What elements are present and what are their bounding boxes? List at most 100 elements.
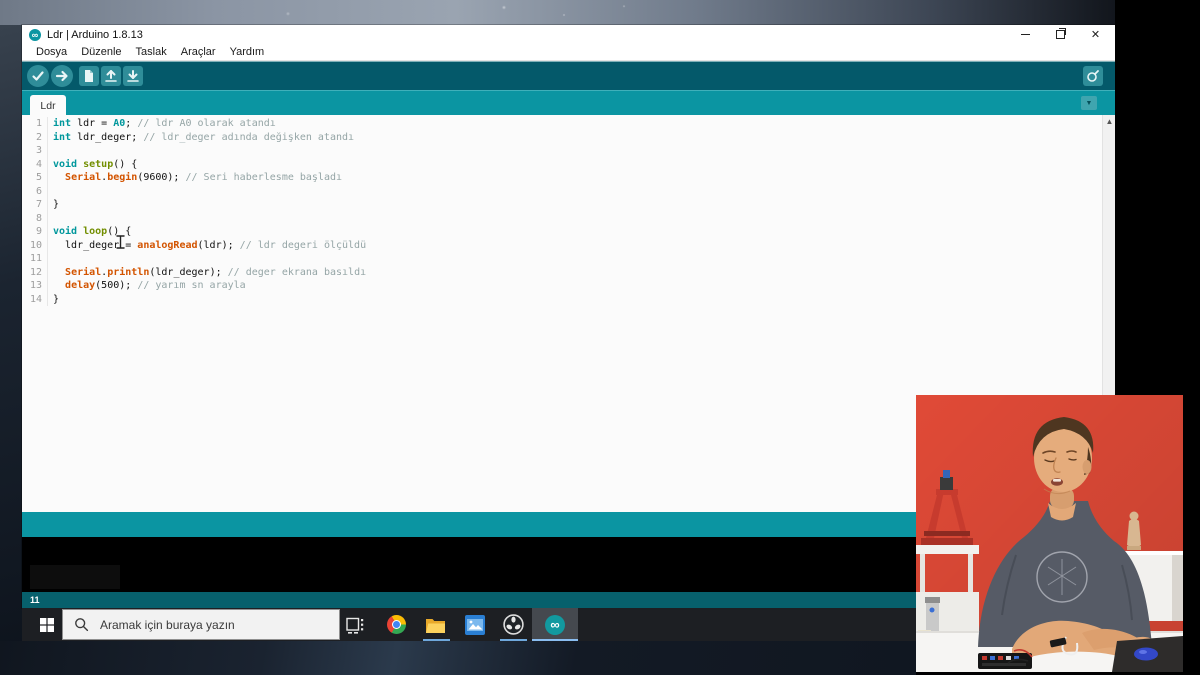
search-icon <box>75 618 89 632</box>
chrome-button[interactable] <box>384 608 408 641</box>
code-lines: 1 int ldr = A0; // ldr A0 olarak atandı 2 i… <box>22 117 1092 306</box>
line-number: 13 <box>22 279 48 293</box>
code-line[interactable]: 3 <box>22 144 1092 158</box>
file-explorer-button[interactable] <box>423 608 447 641</box>
task-view-icon <box>346 617 364 634</box>
line-number: 7 <box>22 198 48 212</box>
code-line[interactable]: 1 int ldr = A0; // ldr A0 olarak atandı <box>22 117 1092 131</box>
minimize-icon <box>1021 34 1030 35</box>
code-line[interactable]: 13 delay(500); // yarım sn arayla <box>22 279 1092 293</box>
search-input[interactable] <box>98 616 322 633</box>
tab-bar: Ldr ▼ <box>22 90 1115 116</box>
restore-button[interactable] <box>1043 25 1078 44</box>
line-number: 11 <box>22 252 48 266</box>
chrome-icon <box>386 615 406 634</box>
title-bar[interactable]: ∞ Ldr | Arduino 1.8.13 ✕ <box>22 25 1115 44</box>
code-text: Serial.begin(9600); // Seri haberlesme b… <box>65 172 343 183</box>
open-sketch-button[interactable] <box>101 66 121 86</box>
windows-logo-icon <box>40 617 54 632</box>
desktop-wallpaper-left <box>0 25 22 675</box>
code-line[interactable]: 6 <box>22 184 1092 199</box>
line-number: 1 <box>22 117 48 131</box>
line-number: 4 <box>22 157 48 171</box>
scroll-up-icon[interactable]: ▲ <box>1103 117 1115 126</box>
code-line[interactable]: 8 <box>22 211 1092 226</box>
obs-studio-button[interactable] <box>501 608 525 641</box>
close-button[interactable]: ✕ <box>1078 25 1113 44</box>
check-icon <box>32 71 44 81</box>
code-line[interactable]: 11 <box>22 252 1092 266</box>
line-number: 2 <box>22 130 48 144</box>
arduino-icon: ∞ <box>545 614 565 635</box>
code-text: } <box>53 293 60 305</box>
code-text: int ldr_deger; // ldr_deger adında değiş… <box>53 131 355 143</box>
board-status-text: 11 <box>30 595 40 605</box>
photos-icon <box>465 614 485 635</box>
serial-monitor-button[interactable] <box>1083 66 1103 86</box>
restore-icon <box>1056 28 1066 39</box>
tab-label: Ldr <box>40 99 56 112</box>
line-number: 14 <box>22 292 48 306</box>
line-number: 9 <box>22 225 48 239</box>
code-line[interactable]: 12 Serial.println(ldr_deger); // deger e… <box>22 265 1092 279</box>
task-view-button[interactable] <box>343 608 367 641</box>
menu-item-dosya[interactable]: Dosya <box>29 46 74 58</box>
code-text: void setup() { <box>53 158 138 170</box>
menu-item-taslak[interactable]: Taslak <box>129 46 174 58</box>
tab-menu-button[interactable]: ▼ <box>1081 96 1097 110</box>
text-cursor-icon <box>116 235 125 249</box>
menu-item-dzenle[interactable]: Düzenle <box>74 46 128 58</box>
obs-indicator <box>500 639 527 641</box>
code-line[interactable]: 4 void setup() { <box>22 157 1092 171</box>
obs-icon <box>502 614 524 635</box>
toolbar <box>22 61 1115 90</box>
code-text: delay(500); // yarım sn arayla <box>65 280 246 291</box>
line-number: 8 <box>22 211 48 225</box>
arduino-indicator <box>532 639 578 641</box>
line-number: 12 <box>22 265 48 279</box>
window-controls: ✕ <box>1008 25 1113 44</box>
code-line[interactable]: 9 void loop() { <box>22 225 1092 239</box>
up-arrow-icon <box>105 70 117 82</box>
code-line[interactable]: 7} <box>22 198 1092 212</box>
desktop-wallpaper-top <box>0 0 1200 25</box>
menu-item-aralar[interactable]: Araçlar <box>174 46 223 58</box>
chevron-down-icon: ▼ <box>1085 99 1093 107</box>
code-text: int ldr = A0; // ldr A0 olarak atandı <box>53 118 276 129</box>
document-icon <box>85 70 93 82</box>
code-line[interactable]: 14} <box>22 292 1092 306</box>
tab-ldr[interactable]: Ldr <box>30 95 66 116</box>
line-number: 10 <box>22 238 48 252</box>
minimize-button[interactable] <box>1008 25 1043 44</box>
taskbar-search-box[interactable] <box>62 609 340 640</box>
arduino-logo-icon: ∞ <box>29 28 41 41</box>
menu-item-yardm[interactable]: Yardım <box>223 46 272 58</box>
arduino-taskbar-button[interactable]: ∞ <box>532 608 578 641</box>
down-arrow-icon <box>127 70 139 82</box>
verify-button[interactable] <box>27 65 49 87</box>
webcam-scene <box>916 395 1183 672</box>
code-line[interactable]: 10 ldr_deger = analogRead(ldr); // ldr d… <box>22 238 1092 252</box>
save-sketch-button[interactable] <box>123 66 143 86</box>
code-text: ldr_deger = analogRead(ldr); // ldr dege… <box>53 239 367 251</box>
line-number: 6 <box>22 184 48 198</box>
menu-bar: Dosya Düzenle Taslak Araçlar Yardım <box>22 44 1115 61</box>
file-explorer-indicator <box>423 639 450 641</box>
start-button[interactable] <box>30 608 64 641</box>
photos-button[interactable] <box>463 608 487 641</box>
new-sketch-button[interactable] <box>79 66 99 86</box>
line-number: 5 <box>22 171 48 185</box>
magnifier-icon <box>1087 70 1099 82</box>
line-number: 3 <box>22 144 48 158</box>
webcam-overlay <box>916 395 1183 672</box>
window-title: Ldr | Arduino 1.8.13 <box>47 28 143 41</box>
code-line[interactable]: 2 int ldr_deger; // ldr_deger adında deği… <box>22 130 1092 144</box>
upload-button[interactable] <box>51 65 73 87</box>
code-text: } <box>53 199 60 210</box>
code-line[interactable]: 5 Serial.begin(9600); // Seri haberlesme… <box>22 171 1092 185</box>
code-text: Serial.println(ldr_deger); // deger ekra… <box>65 266 367 278</box>
